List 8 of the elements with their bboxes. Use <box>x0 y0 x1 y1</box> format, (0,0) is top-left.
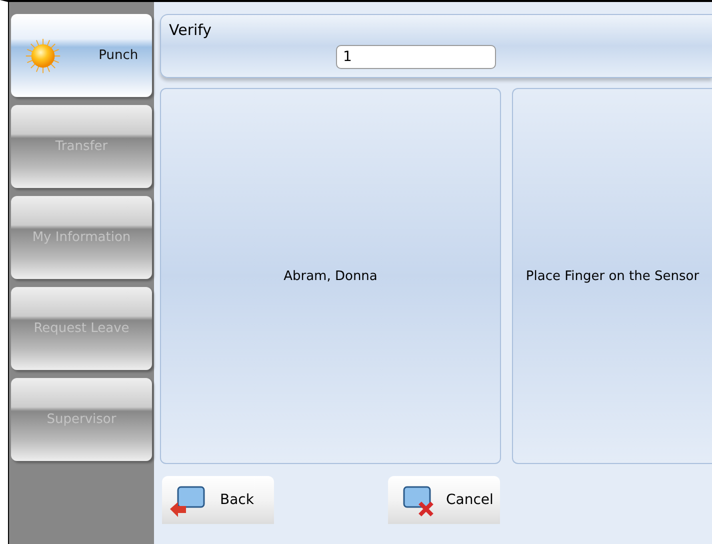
sun-icon <box>24 38 61 74</box>
sidebar-item[interactable]: Punch <box>11 14 152 97</box>
panel-text: Abram, Donna <box>284 268 378 284</box>
cancel-button[interactable]: Cancel <box>388 476 500 524</box>
verify-title: Verify <box>169 21 212 39</box>
input-field[interactable]: 1 <box>336 45 496 69</box>
back-button[interactable]: Back <box>162 476 274 524</box>
panel-text: Place Finger on the Sensor <box>526 268 700 284</box>
